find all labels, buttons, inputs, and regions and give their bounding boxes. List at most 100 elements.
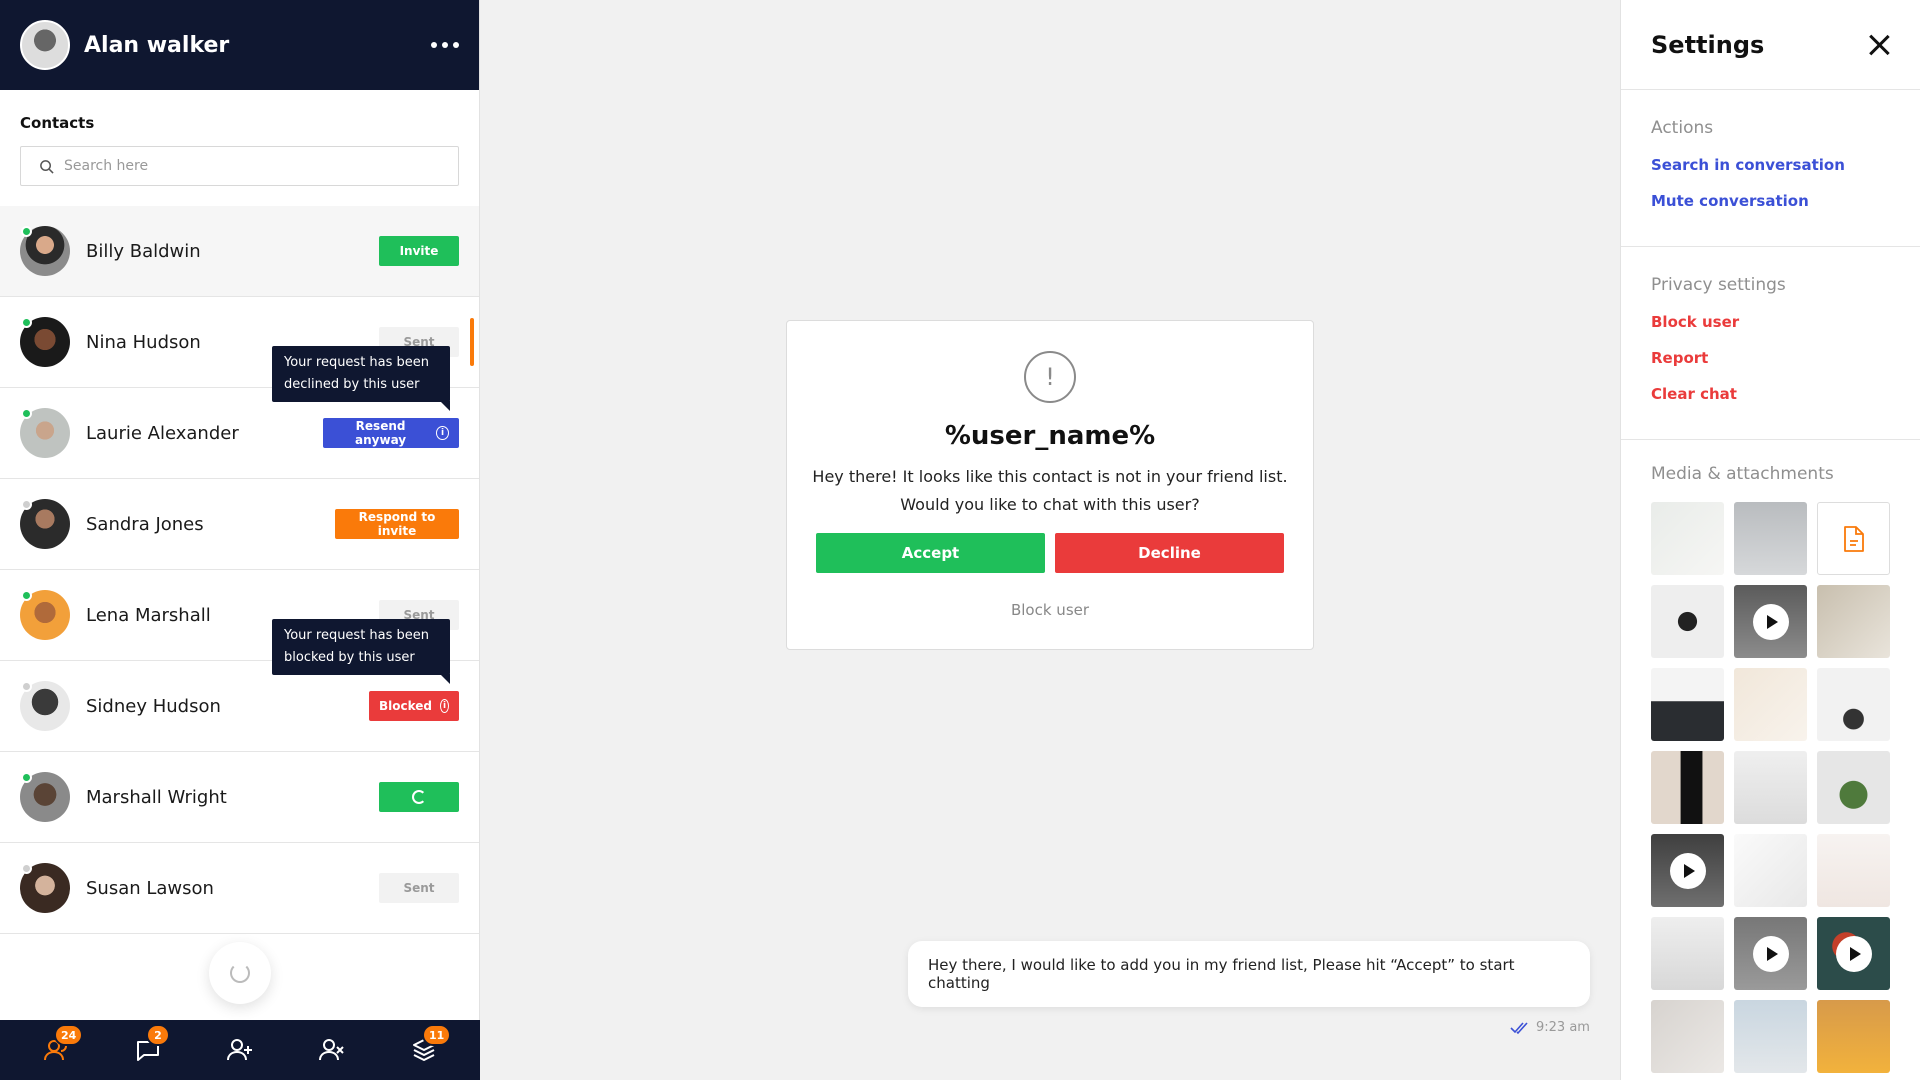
button-label: Blocked xyxy=(379,699,433,713)
list-loader xyxy=(209,942,271,1004)
nav-add-user[interactable] xyxy=(220,1030,260,1070)
settings-title: Settings xyxy=(1651,30,1765,59)
section-title: Media & attachments xyxy=(1651,464,1834,484)
media-thumbnail[interactable] xyxy=(1817,751,1890,824)
contacts-header: Contacts xyxy=(0,90,479,207)
block-user-link[interactable]: Block user xyxy=(1011,601,1089,619)
dialog-body-line1: Hey there! It looks like this contact is… xyxy=(812,467,1288,486)
media-thumbnail[interactable] xyxy=(1817,1000,1890,1073)
contact-row-susan-lawson[interactable]: Susan Lawson Sent xyxy=(0,843,479,934)
clear-chat-link[interactable]: Clear chat xyxy=(1651,385,1890,403)
video-thumbnail[interactable] xyxy=(1817,917,1890,990)
avatar xyxy=(20,863,70,913)
avatar xyxy=(20,317,70,367)
search-input[interactable] xyxy=(64,158,440,174)
tooltip-blocked: Your request has been blocked by this us… xyxy=(272,619,450,684)
offline-indicator xyxy=(21,863,32,874)
offline-indicator xyxy=(21,681,32,692)
contacts-panel: Alan walker Contacts Billy Baldwin Invit… xyxy=(0,0,480,1080)
avatar xyxy=(20,681,70,731)
alert-icon: ! xyxy=(1024,351,1076,403)
dialog-body-line2: Would you like to chat with this user? xyxy=(900,495,1200,514)
resend-anyway-button[interactable]: Resend anyway i xyxy=(323,418,459,448)
profile-header: Alan walker xyxy=(0,0,479,90)
avatar xyxy=(20,772,70,822)
contact-row-billy-baldwin[interactable]: Billy Baldwin Invite xyxy=(0,206,479,297)
blocked-button[interactable]: Blocked i xyxy=(369,691,459,721)
nav-remove-user[interactable] xyxy=(312,1030,352,1070)
contact-name: Susan Lawson xyxy=(86,877,214,899)
close-icon[interactable] xyxy=(1868,34,1890,56)
video-thumbnail[interactable] xyxy=(1734,917,1807,990)
profile-name: Alan walker xyxy=(84,32,230,58)
nav-contacts[interactable]: 24 xyxy=(36,1024,84,1070)
online-indicator xyxy=(21,590,32,601)
spinner-icon xyxy=(412,790,426,804)
avatar[interactable] xyxy=(20,20,70,70)
file-icon xyxy=(1843,525,1864,552)
loading-button[interactable] xyxy=(379,782,459,812)
double-check-icon xyxy=(1510,1021,1528,1034)
more-menu-icon[interactable] xyxy=(431,42,459,48)
offline-indicator xyxy=(21,499,32,510)
accept-button[interactable]: Accept xyxy=(816,533,1045,573)
dialog-buttons: Accept Decline xyxy=(787,533,1313,573)
remove-user-icon xyxy=(319,1039,344,1061)
actions-section: Actions Search in conversation Mute conv… xyxy=(1621,90,1920,247)
sent-button[interactable]: Sent xyxy=(379,873,459,903)
respond-to-invite-button[interactable]: Respond to invite xyxy=(335,509,459,539)
media-thumbnail[interactable] xyxy=(1651,1000,1724,1073)
settings-panel: Settings Actions Search in conversation … xyxy=(1620,0,1920,1080)
avatar xyxy=(20,590,70,640)
nav-chats[interactable]: 2 xyxy=(128,1024,170,1070)
video-thumbnail[interactable] xyxy=(1734,585,1807,658)
avatar xyxy=(20,226,70,276)
nav-layers[interactable]: 11 xyxy=(404,1024,452,1070)
report-link[interactable]: Report xyxy=(1651,349,1890,367)
add-user-icon xyxy=(227,1039,252,1061)
media-thumbnail[interactable] xyxy=(1651,585,1724,658)
tooltip-declined: Your request has been declined by this u… xyxy=(272,346,450,411)
media-thumbnail[interactable] xyxy=(1734,668,1807,741)
media-thumbnail[interactable] xyxy=(1651,751,1724,824)
decline-button[interactable]: Decline xyxy=(1055,533,1284,573)
media-thumbnail[interactable] xyxy=(1651,668,1724,741)
message-time: 9:23 am xyxy=(1536,1020,1590,1035)
search-in-conversation-link[interactable]: Search in conversation xyxy=(1651,156,1890,174)
media-thumbnail[interactable] xyxy=(1817,668,1890,741)
button-label: Resend anyway xyxy=(355,419,407,447)
dialog-title: %user_name% xyxy=(944,421,1156,451)
media-thumbnail[interactable] xyxy=(1817,585,1890,658)
info-icon: i xyxy=(436,426,449,440)
play-icon xyxy=(1835,935,1872,972)
contacts-title: Contacts xyxy=(20,114,95,132)
play-icon xyxy=(1752,603,1789,640)
section-title: Actions xyxy=(1651,118,1714,138)
online-indicator xyxy=(21,408,32,419)
video-thumbnail[interactable] xyxy=(1651,834,1724,907)
search-icon xyxy=(40,159,54,174)
media-thumbnail[interactable] xyxy=(1734,751,1807,824)
section-title: Privacy settings xyxy=(1651,275,1786,295)
media-section: Media & attachments xyxy=(1621,440,1920,1080)
media-thumbnail[interactable] xyxy=(1734,1000,1807,1073)
media-thumbnail[interactable] xyxy=(1651,502,1724,575)
contact-name: Laurie Alexander xyxy=(86,422,239,444)
info-icon: i xyxy=(440,699,449,713)
contact-row-sandra-jones[interactable]: Sandra Jones Respond to invite xyxy=(0,479,479,570)
online-indicator xyxy=(21,317,32,328)
scroll-indicator[interactable] xyxy=(470,318,474,366)
contact-row-marshall-wright[interactable]: Marshall Wright xyxy=(0,752,479,843)
mute-conversation-link[interactable]: Mute conversation xyxy=(1651,192,1890,210)
contact-name: Sidney Hudson xyxy=(86,695,221,717)
file-attachment[interactable] xyxy=(1817,502,1890,575)
block-user-link[interactable]: Block user xyxy=(1651,313,1890,331)
media-thumbnail[interactable] xyxy=(1651,917,1724,990)
media-thumbnail[interactable] xyxy=(1734,502,1807,575)
invite-button[interactable]: Invite xyxy=(379,236,459,266)
media-thumbnail[interactable] xyxy=(1817,834,1890,907)
search-box[interactable] xyxy=(20,146,459,186)
online-indicator xyxy=(21,226,32,237)
media-thumbnail[interactable] xyxy=(1734,834,1807,907)
play-icon xyxy=(1669,852,1706,889)
